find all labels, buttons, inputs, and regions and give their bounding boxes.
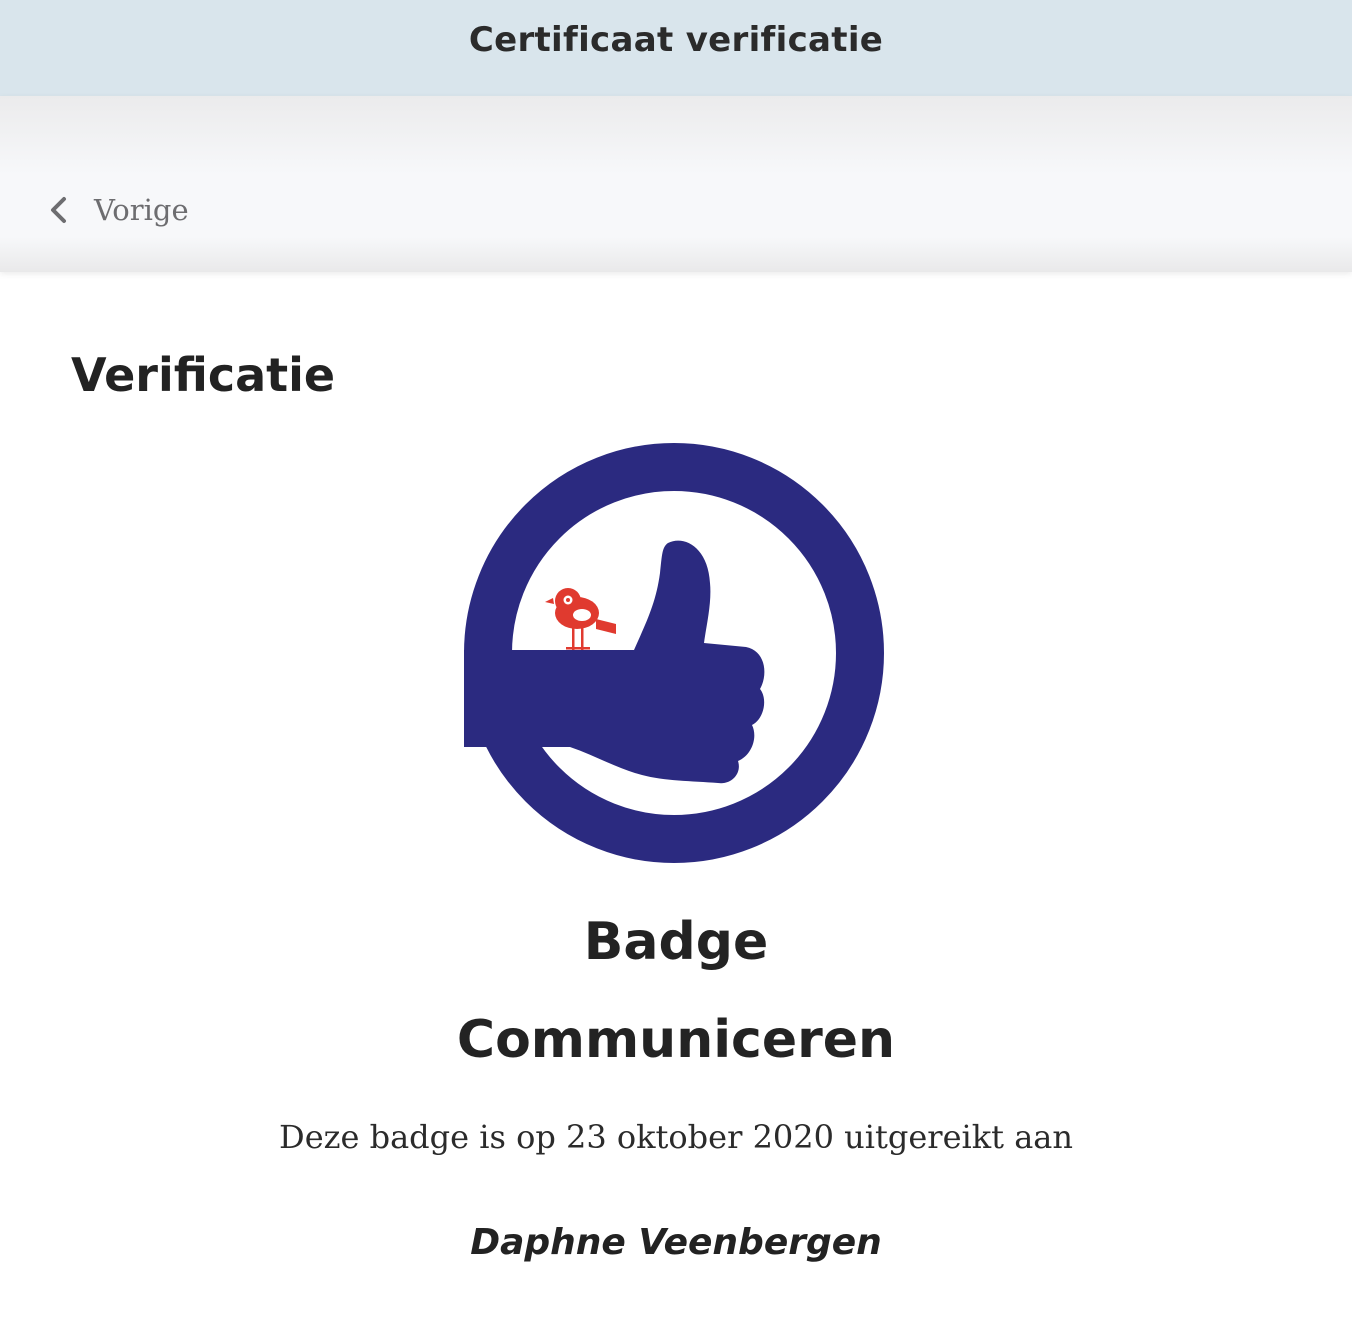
- chevron-left-icon: [51, 197, 66, 223]
- badge-name: Communiceren: [456, 1010, 896, 1070]
- badge-image: [464, 443, 884, 863]
- issued-text: Deze badge is op 23 oktober 2020 uitgere…: [279, 1118, 1073, 1156]
- back-button[interactable]: Vorige: [44, 186, 189, 234]
- badge-type: Badge: [583, 912, 769, 972]
- page-title: Certificaat verificatie: [468, 20, 884, 60]
- navigation-bar: Vorige: [0, 96, 1352, 272]
- back-label: Vorige: [94, 193, 189, 227]
- section-heading: Verificatie: [71, 348, 336, 402]
- recipient-name: Daphne Veenbergen: [470, 1222, 882, 1263]
- top-header: Certificaat verificatie: [0, 0, 1352, 96]
